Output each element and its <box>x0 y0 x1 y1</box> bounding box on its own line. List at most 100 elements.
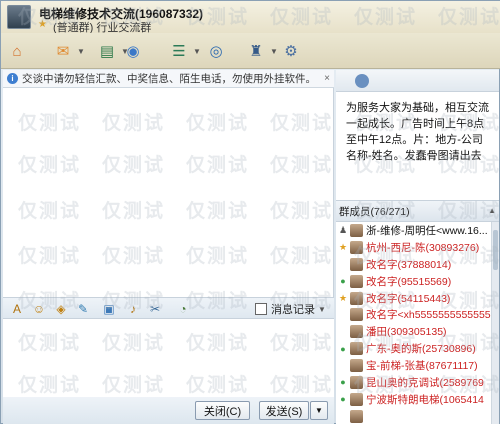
announcement-icon <box>355 74 369 88</box>
magic-icon[interactable]: ✎ <box>75 301 91 317</box>
folder-icon: ▤ <box>99 42 115 60</box>
font-icon[interactable]: A <box>9 301 25 317</box>
list-button[interactable]: ☰ ▼ <box>167 37 201 65</box>
member-avatar <box>350 257 363 271</box>
badge-slot <box>337 258 349 270</box>
badge-slot <box>337 309 349 321</box>
chat-window: 电梯维修技术交流(196087332) ★ (普通群) 行业交流群 ⌂ ✉ ▼ ▤ ▼ ◉… <box>0 0 500 424</box>
send-button[interactable]: 发送(S) <box>259 401 309 420</box>
member-avatar <box>350 342 363 356</box>
main-toolbar: ⌂ ✉ ▼ ▤ ▼ ◉ ☰ ▼ ◎ ♜ ▼ ⚙ <box>1 33 500 69</box>
close-button[interactable]: 关闭(C) <box>195 401 250 420</box>
status-icon: ● <box>340 377 346 388</box>
member-row[interactable] <box>336 408 491 424</box>
member-avatar <box>350 274 363 288</box>
member-avatar <box>350 375 363 389</box>
gear-icon: ⚙ <box>284 42 298 60</box>
badge-slot <box>337 410 349 422</box>
status-icon: ● <box>340 343 346 354</box>
member-name: 宁波斯特朗电梯(1065414 <box>366 393 484 406</box>
member-row[interactable]: ● 改名字(95515569) <box>336 273 491 290</box>
chevron-down-icon[interactable]: ▼ <box>77 47 85 56</box>
star-icon: ★ <box>338 241 348 252</box>
member-row[interactable]: ● 广东-奥的斯(25730896) <box>336 340 491 357</box>
badge-slot <box>337 326 349 338</box>
security-info-text: 交谈中请勿轻信汇款、中奖信息、陌生电话，勿使用外挂软件。 <box>22 73 316 85</box>
member-row[interactable]: ★ 杭州-西尼-陈(30893276) <box>336 239 491 256</box>
gear-button[interactable]: ⚙ <box>279 37 303 65</box>
member-row[interactable]: ★ 改名字(54115443) <box>336 290 491 307</box>
chevron-down-icon: ▼ <box>318 304 326 314</box>
star-icon: ★ <box>338 292 348 303</box>
chat-bubble-icon: ✉ <box>56 42 70 60</box>
member-avatar <box>350 325 363 339</box>
microphone-icon: ◉ <box>126 42 140 60</box>
info-icon: i <box>7 73 18 84</box>
announcement-header <box>336 70 499 92</box>
member-name: 改名字(54115443) <box>366 292 451 305</box>
emoji-icon[interactable]: ☺ <box>31 301 47 317</box>
chat-bubble-button[interactable]: ✉ ▼ <box>51 37 85 65</box>
member-row[interactable]: ● 宁波斯特朗电梯(1065414 <box>336 391 491 408</box>
announcement-text: 为服务大家为基础，相互交流一起成长。广告时间上午8点至中午12点。片：地方-公司… <box>336 92 499 200</box>
member-avatar <box>350 291 363 305</box>
music-icon[interactable]: ♪ <box>125 301 141 317</box>
owner-icon: ♟ <box>338 224 348 235</box>
history-clock-icon[interactable]: ◔ <box>175 301 191 317</box>
screenshot-icon[interactable]: ✂ <box>147 301 163 317</box>
list-icon: ☰ <box>172 42 186 60</box>
member-row[interactable]: 宝-前梯-张基(87671117) <box>336 357 491 374</box>
admin-button[interactable]: ♜ ▼ <box>244 37 278 65</box>
member-row[interactable]: 潘田(309305135) <box>336 323 491 340</box>
chevron-down-icon[interactable]: ▼ <box>270 47 278 56</box>
bottom-bar: 关闭(C) 发送(S) ▼ <box>3 397 334 424</box>
member-name: 昆山奥的克调试(2589769 <box>366 376 484 389</box>
image-icon[interactable]: ▣ <box>101 301 117 317</box>
title-bar: 电梯维修技术交流(196087332) ★ (普通群) 行业交流群 <box>1 1 500 34</box>
chevron-down-icon[interactable]: ▼ <box>193 47 201 56</box>
member-row[interactable]: ♟ 浙-维修-周明任<www.16... <box>336 222 491 239</box>
members-count-label: 群成员(76/271) <box>339 205 410 218</box>
security-info-bar: i 交谈中请勿轻信汇款、中奖信息、陌生电话，勿使用外挂软件。 × <box>3 70 334 88</box>
webcam-icon: ◎ <box>209 42 223 60</box>
member-avatar <box>350 240 363 254</box>
member-name: 宝-前梯-张基(87671117) <box>366 360 478 373</box>
member-name: 改名字(95515569) <box>366 275 452 288</box>
message-history-button[interactable]: 消息记录 ▼ <box>255 301 326 317</box>
right-panel: 为服务大家为基础，相互交流一起成长。广告时间上午8点至中午12点。片：地方-公司… <box>336 70 499 424</box>
member-name: 杭州-西尼-陈(30893276) <box>366 241 480 254</box>
member-avatar <box>350 409 363 423</box>
close-icon[interactable]: × <box>324 73 330 84</box>
history-icon <box>255 303 267 315</box>
star-icon: ★ <box>38 19 47 30</box>
send-options-dropdown[interactable]: ▼ <box>310 401 328 420</box>
home-button[interactable]: ⌂ <box>5 37 29 65</box>
message-input[interactable] <box>3 319 334 397</box>
member-name: 潘田(309305135) <box>366 326 447 339</box>
member-row[interactable]: 改名字(37888014) <box>336 256 491 273</box>
member-avatar <box>350 392 363 406</box>
member-name: 浙-维修-周明任<www.16... <box>366 224 488 237</box>
member-name: 广东-奥的斯(25730896) <box>366 343 476 356</box>
status-icon: ● <box>340 276 346 287</box>
webcam-button[interactable]: ◎ <box>204 37 228 65</box>
member-row[interactable]: ● 昆山奥的克调试(2589769 <box>336 374 491 391</box>
scrollbar-thumb[interactable] <box>493 230 498 270</box>
gift-icon[interactable]: ◈ <box>53 301 69 317</box>
microphone-button[interactable]: ◉ <box>121 37 145 65</box>
chat-message-area[interactable] <box>3 88 334 297</box>
message-history-label: 消息记录 <box>271 304 315 316</box>
group-avatar[interactable] <box>7 5 31 29</box>
member-avatar <box>350 223 363 237</box>
edit-toolbar: 消息记录 ▼ A ☺ ◈ ✎ ▣ ♪ ✂ ◔ <box>3 297 334 319</box>
member-avatar <box>350 359 363 373</box>
admin-icon: ♜ <box>249 42 263 60</box>
scroll-up-icon[interactable]: ▲ <box>488 206 496 215</box>
home-icon: ⌂ <box>12 42 22 60</box>
member-list-scrollbar[interactable] <box>491 222 499 424</box>
member-name: 改名字(37888014) <box>366 258 452 271</box>
member-list: ♟ 浙-维修-周明任<www.16... ★ 杭州-西尼-陈(30893276) 改名字… <box>336 222 491 424</box>
badge-slot <box>337 360 349 372</box>
member-row[interactable]: 改名字<xh5555555555555555> <box>336 306 491 323</box>
members-header: 群成员(76/271) ▲ <box>336 200 499 222</box>
